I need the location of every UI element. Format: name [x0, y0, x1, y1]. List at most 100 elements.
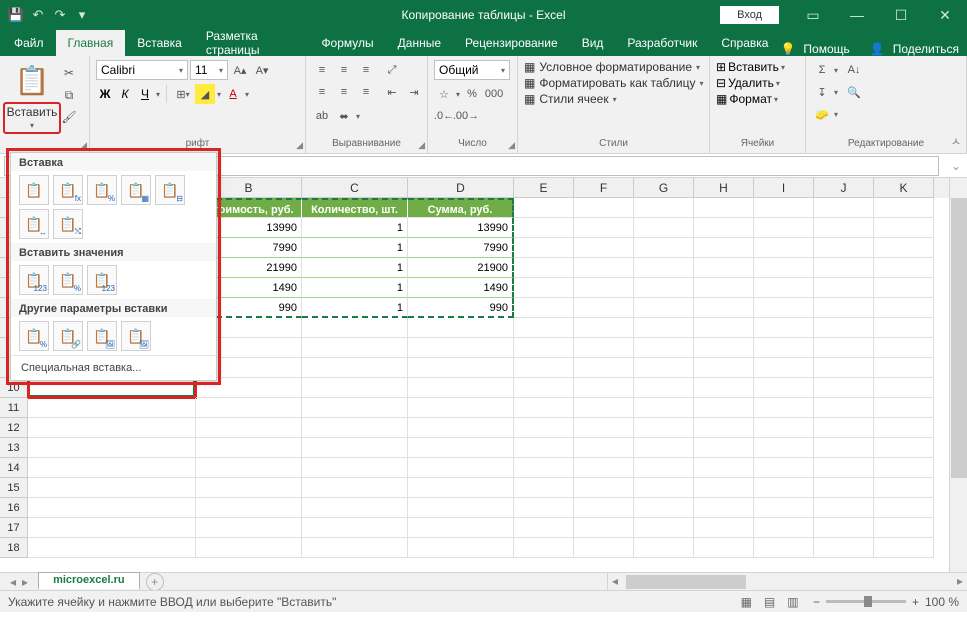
align-left-icon[interactable]: ≡ — [312, 82, 332, 102]
cell[interactable] — [754, 518, 814, 538]
tab-formulas[interactable]: Формулы — [309, 30, 385, 56]
format-cells-button[interactable]: ▦Формат ▾ — [716, 92, 799, 106]
page-layout-view-icon[interactable]: ▤ — [760, 595, 780, 609]
page-break-view-icon[interactable]: ▥ — [783, 595, 803, 609]
cell[interactable] — [754, 198, 814, 218]
cell[interactable] — [514, 278, 574, 298]
tellme-icon[interactable]: 💡 — [780, 42, 795, 56]
cell[interactable]: Количество, шт. — [302, 198, 408, 218]
cell[interactable] — [196, 518, 302, 538]
cell[interactable]: 1 — [302, 298, 408, 318]
cell[interactable] — [754, 378, 814, 398]
cell[interactable] — [634, 278, 694, 298]
cell[interactable] — [574, 278, 634, 298]
cell[interactable] — [408, 498, 514, 518]
cell[interactable] — [874, 438, 934, 458]
grow-font-icon[interactable]: A▴ — [230, 60, 250, 80]
cell[interactable] — [634, 498, 694, 518]
cell[interactable] — [634, 378, 694, 398]
cell[interactable] — [754, 478, 814, 498]
cell[interactable] — [514, 498, 574, 518]
tab-view[interactable]: Вид — [570, 30, 616, 56]
cell[interactable] — [634, 198, 694, 218]
cell[interactable] — [196, 538, 302, 558]
tab-data[interactable]: Данные — [386, 30, 453, 56]
wrap-text-icon[interactable]: ab — [312, 106, 332, 126]
font-name-combo[interactable]: Calibri▾ — [96, 60, 188, 80]
zoom-slider[interactable] — [826, 600, 906, 603]
cell[interactable] — [514, 258, 574, 278]
col-header-I[interactable]: I — [754, 178, 814, 198]
cell[interactable] — [694, 318, 754, 338]
zoom-level[interactable]: 100 % — [925, 595, 959, 609]
col-header-H[interactable]: H — [694, 178, 754, 198]
cell[interactable] — [694, 518, 754, 538]
cell[interactable] — [574, 498, 634, 518]
row-header[interactable]: 18 — [0, 538, 28, 558]
cell[interactable] — [574, 378, 634, 398]
minimize-icon[interactable]: — — [835, 0, 879, 30]
cell[interactable] — [814, 358, 874, 378]
cell[interactable] — [196, 398, 302, 418]
formula-input[interactable] — [175, 156, 938, 176]
cell[interactable] — [302, 518, 408, 538]
vertical-scrollbar[interactable] — [949, 178, 967, 572]
cell[interactable] — [874, 418, 934, 438]
clear-icon[interactable]: 🧽 — [812, 104, 832, 124]
cell[interactable] — [28, 518, 196, 538]
cell[interactable] — [874, 218, 934, 238]
cell[interactable]: 21900 — [408, 258, 514, 278]
cell-styles-button[interactable]: ▦Стили ячеек▾ — [524, 92, 703, 106]
normal-view-icon[interactable]: ▦ — [736, 595, 756, 609]
cell[interactable] — [514, 438, 574, 458]
cell[interactable] — [634, 318, 694, 338]
close-icon[interactable]: ✕ — [923, 0, 967, 30]
cell[interactable] — [754, 418, 814, 438]
cell[interactable] — [408, 458, 514, 478]
paste-picture-icon[interactable]: 📋🖼 — [87, 321, 117, 351]
sheet-tab[interactable]: microexcel.ru — [38, 572, 140, 589]
hscroll-left-icon[interactable]: ◂ — [612, 574, 618, 588]
clipboard-launcher-icon[interactable]: ◢ — [80, 140, 87, 151]
cell[interactable] — [634, 298, 694, 318]
undo-icon[interactable]: ↶ — [30, 7, 46, 23]
row-header[interactable]: 11 — [0, 398, 28, 418]
align-launcher-icon[interactable]: ◢ — [418, 140, 425, 151]
cell[interactable] — [408, 438, 514, 458]
cell[interactable] — [574, 478, 634, 498]
paste-keep-source-icon[interactable]: 📋▦ — [121, 175, 151, 205]
cell[interactable] — [28, 458, 196, 478]
font-launcher-icon[interactable]: ◢ — [296, 140, 303, 151]
cell[interactable] — [874, 518, 934, 538]
paste-button[interactable]: Вставить ▾ — [3, 102, 62, 134]
cell[interactable] — [634, 258, 694, 278]
cell[interactable] — [302, 338, 408, 358]
cell[interactable] — [634, 418, 694, 438]
cell[interactable] — [302, 438, 408, 458]
cell[interactable] — [874, 478, 934, 498]
delete-cells-button[interactable]: ⊟Удалить ▾ — [716, 76, 799, 90]
increase-decimal-icon[interactable]: .0← — [434, 106, 454, 126]
sheet-nav-first-icon[interactable]: ◂ — [10, 575, 16, 589]
cell[interactable] — [28, 538, 196, 558]
col-header-F[interactable]: F — [574, 178, 634, 198]
fill-icon[interactable]: ↧ — [812, 82, 832, 102]
tellme-label[interactable]: Помощь — [803, 42, 849, 56]
cell[interactable] — [28, 418, 196, 438]
cell[interactable] — [196, 378, 302, 398]
cell[interactable] — [754, 498, 814, 518]
row-header[interactable]: 15 — [0, 478, 28, 498]
cell[interactable]: 1 — [302, 238, 408, 258]
cell[interactable] — [574, 358, 634, 378]
font-size-combo[interactable]: 11▾ — [190, 60, 228, 80]
cell[interactable] — [302, 358, 408, 378]
cell[interactable] — [574, 218, 634, 238]
paste-all-icon[interactable]: 📋 — [19, 175, 49, 205]
cell[interactable] — [754, 438, 814, 458]
row-header[interactable]: 10 — [0, 378, 28, 398]
cell[interactable] — [814, 258, 874, 278]
cell[interactable] — [574, 538, 634, 558]
row-header[interactable]: 17 — [0, 518, 28, 538]
cell[interactable] — [694, 298, 754, 318]
cell[interactable] — [874, 298, 934, 318]
